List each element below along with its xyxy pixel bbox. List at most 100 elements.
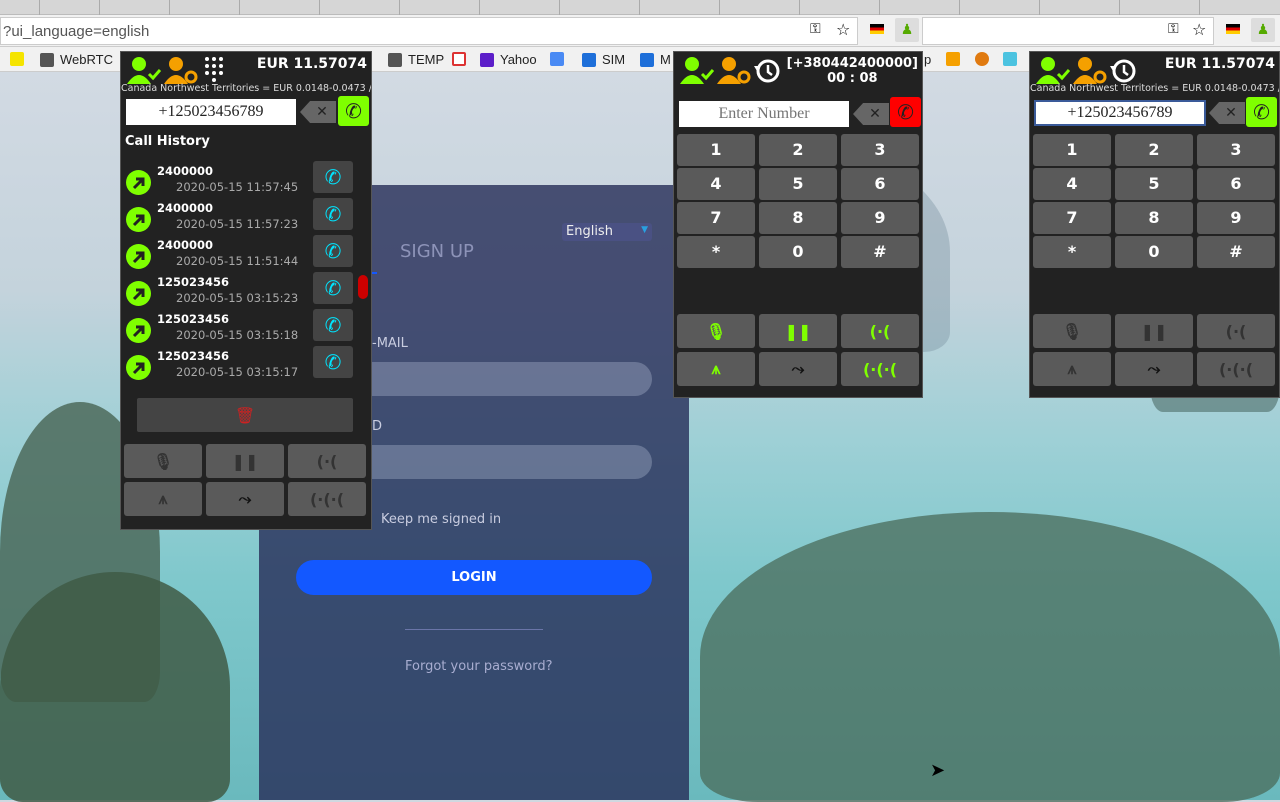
- transfer-button[interactable]: (·(: [1197, 314, 1275, 348]
- bookmark-icon-feather[interactable]: [1003, 52, 1017, 66]
- keypad-key[interactable]: 5: [1115, 168, 1193, 200]
- bookmark-icon-globe[interactable]: [975, 52, 989, 66]
- redial-button[interactable]: ✆: [313, 235, 353, 267]
- language-select[interactable]: English ▼: [562, 223, 652, 241]
- transfer-button[interactable]: (·(: [841, 314, 919, 348]
- conference-button[interactable]: ⩚: [124, 482, 202, 516]
- keypad-key[interactable]: 8: [759, 202, 837, 234]
- keypad-key[interactable]: 4: [1033, 168, 1111, 200]
- forgot-password-link[interactable]: Forgot your password?: [405, 659, 553, 674]
- merge-button[interactable]: (·(·(: [288, 482, 366, 516]
- url-field[interactable]: ?ui_language=english: [0, 17, 858, 45]
- keypad-key[interactable]: 5: [759, 168, 837, 200]
- keypad-key[interactable]: 4: [677, 168, 755, 200]
- keypad-key[interactable]: 8: [1115, 202, 1193, 234]
- bookmark-icon-y[interactable]: [946, 52, 960, 66]
- keypad-key[interactable]: 7: [1033, 202, 1111, 234]
- conference-button[interactable]: ⩚: [677, 352, 755, 386]
- bookmark-temp[interactable]: TEMP: [388, 52, 444, 67]
- history-item[interactable]: 125023456 2020-05-15 03:15:23 ✆: [125, 272, 361, 311]
- bookmark-m[interactable]: M: [640, 52, 671, 67]
- keypad-key[interactable]: #: [1197, 236, 1275, 268]
- merge-button[interactable]: (·(·(: [1197, 352, 1275, 386]
- keypad-key[interactable]: 9: [841, 202, 919, 234]
- keypad-key[interactable]: 1: [677, 134, 755, 166]
- key-icon[interactable]: ⚿: [810, 21, 821, 37]
- bookmark-raiffeisen[interactable]: [10, 52, 24, 66]
- mute-button[interactable]: 🎙: [1033, 314, 1111, 348]
- forward-button[interactable]: ⤳: [1115, 352, 1193, 386]
- user-settings-icon[interactable]: [717, 56, 751, 84]
- keypad-key[interactable]: 7: [677, 202, 755, 234]
- redial-button[interactable]: ✆: [313, 161, 353, 193]
- backspace-button[interactable]: ✕: [853, 103, 889, 125]
- redial-button[interactable]: ✆: [313, 198, 353, 230]
- tab-signup[interactable]: SIGN UP: [400, 241, 474, 262]
- conference-button[interactable]: ⩚: [1033, 352, 1111, 386]
- remember-label[interactable]: Keep me signed in: [381, 512, 501, 527]
- history-item[interactable]: 125023456 2020-05-15 03:15:18 ✆: [125, 309, 361, 348]
- keypad-key[interactable]: #: [841, 236, 919, 268]
- key-icon[interactable]: ⚿: [1168, 21, 1179, 37]
- phone-number-input[interactable]: [679, 101, 849, 127]
- forward-button[interactable]: ⤳: [206, 482, 284, 516]
- keypad-key[interactable]: *: [677, 236, 755, 268]
- keypad-key[interactable]: 6: [1197, 168, 1275, 200]
- keypad-key[interactable]: 2: [759, 134, 837, 166]
- keypad-key[interactable]: 6: [841, 168, 919, 200]
- user-online-icon[interactable]: [127, 56, 161, 84]
- history-icon[interactable]: [754, 58, 780, 84]
- redial-button[interactable]: ✆: [313, 272, 353, 304]
- flag-icon[interactable]: [870, 24, 884, 34]
- hold-button[interactable]: ❚❚: [759, 314, 837, 348]
- call-button[interactable]: ✆: [338, 96, 369, 126]
- history-icon[interactable]: [1110, 58, 1136, 84]
- mute-button[interactable]: 🎙: [124, 444, 202, 478]
- webrtc-extension-icon[interactable]: ♟: [1251, 18, 1275, 42]
- star-icon[interactable]: ☆: [836, 20, 850, 39]
- bookmark-sim[interactable]: SIM: [582, 52, 625, 67]
- user-settings-icon[interactable]: [164, 56, 198, 84]
- keypad-key[interactable]: 3: [841, 134, 919, 166]
- phone-number-input[interactable]: [126, 99, 296, 125]
- keypad-key[interactable]: *: [1033, 236, 1111, 268]
- keypad-key[interactable]: 0: [1115, 236, 1193, 268]
- keypad-key[interactable]: 9: [1197, 202, 1275, 234]
- phone-number-input[interactable]: [1034, 100, 1206, 126]
- transfer-button[interactable]: (·(: [288, 444, 366, 478]
- scrollbar-thumb[interactable]: [358, 275, 368, 299]
- bookmark-yahoo[interactable]: Yahoo: [480, 52, 537, 67]
- history-item[interactable]: 2400000 2020-05-15 11:57:45 ✆: [125, 161, 361, 200]
- clear-history-button[interactable]: 🗑: [137, 398, 353, 432]
- forward-button[interactable]: ⤳: [759, 352, 837, 386]
- login-button[interactable]: LOGIN: [296, 560, 652, 595]
- history-item[interactable]: 125023456 2020-05-15 03:15:17 ✆: [125, 346, 361, 385]
- user-online-icon[interactable]: [1036, 56, 1070, 84]
- hold-button[interactable]: ❚❚: [1115, 314, 1193, 348]
- balance: EUR 11.57074: [1164, 56, 1275, 72]
- keypad-key[interactable]: 0: [759, 236, 837, 268]
- hold-button[interactable]: ❚❚: [206, 444, 284, 478]
- bookmark-gmail[interactable]: [452, 52, 466, 66]
- keypad-key[interactable]: 3: [1197, 134, 1275, 166]
- merge-button[interactable]: (·(·(: [841, 352, 919, 386]
- hangup-button[interactable]: ✆: [890, 97, 921, 127]
- user-online-icon[interactable]: [680, 56, 714, 84]
- call-button[interactable]: ✆: [1246, 97, 1277, 127]
- backspace-button[interactable]: ✕: [1209, 102, 1245, 124]
- bookmark-webrtc[interactable]: WebRTC: [40, 52, 113, 67]
- history-item[interactable]: 2400000 2020-05-15 11:51:44 ✆: [125, 235, 361, 274]
- webrtc-extension-icon[interactable]: ♟: [895, 18, 919, 42]
- backspace-button[interactable]: ✕: [300, 101, 336, 123]
- history-item[interactable]: 2400000 2020-05-15 11:57:23 ✆: [125, 198, 361, 237]
- flag-icon[interactable]: [1226, 24, 1240, 34]
- user-settings-icon[interactable]: [1073, 56, 1107, 84]
- dialpad-icon[interactable]: [203, 56, 225, 82]
- redial-button[interactable]: ✆: [313, 346, 353, 378]
- mute-button[interactable]: 🎙: [677, 314, 755, 348]
- keypad-key[interactable]: 2: [1115, 134, 1193, 166]
- redial-button[interactable]: ✆: [313, 309, 353, 341]
- star-icon[interactable]: ☆: [1192, 20, 1206, 39]
- keypad-key[interactable]: 1: [1033, 134, 1111, 166]
- bookmark-translate[interactable]: [550, 52, 564, 66]
